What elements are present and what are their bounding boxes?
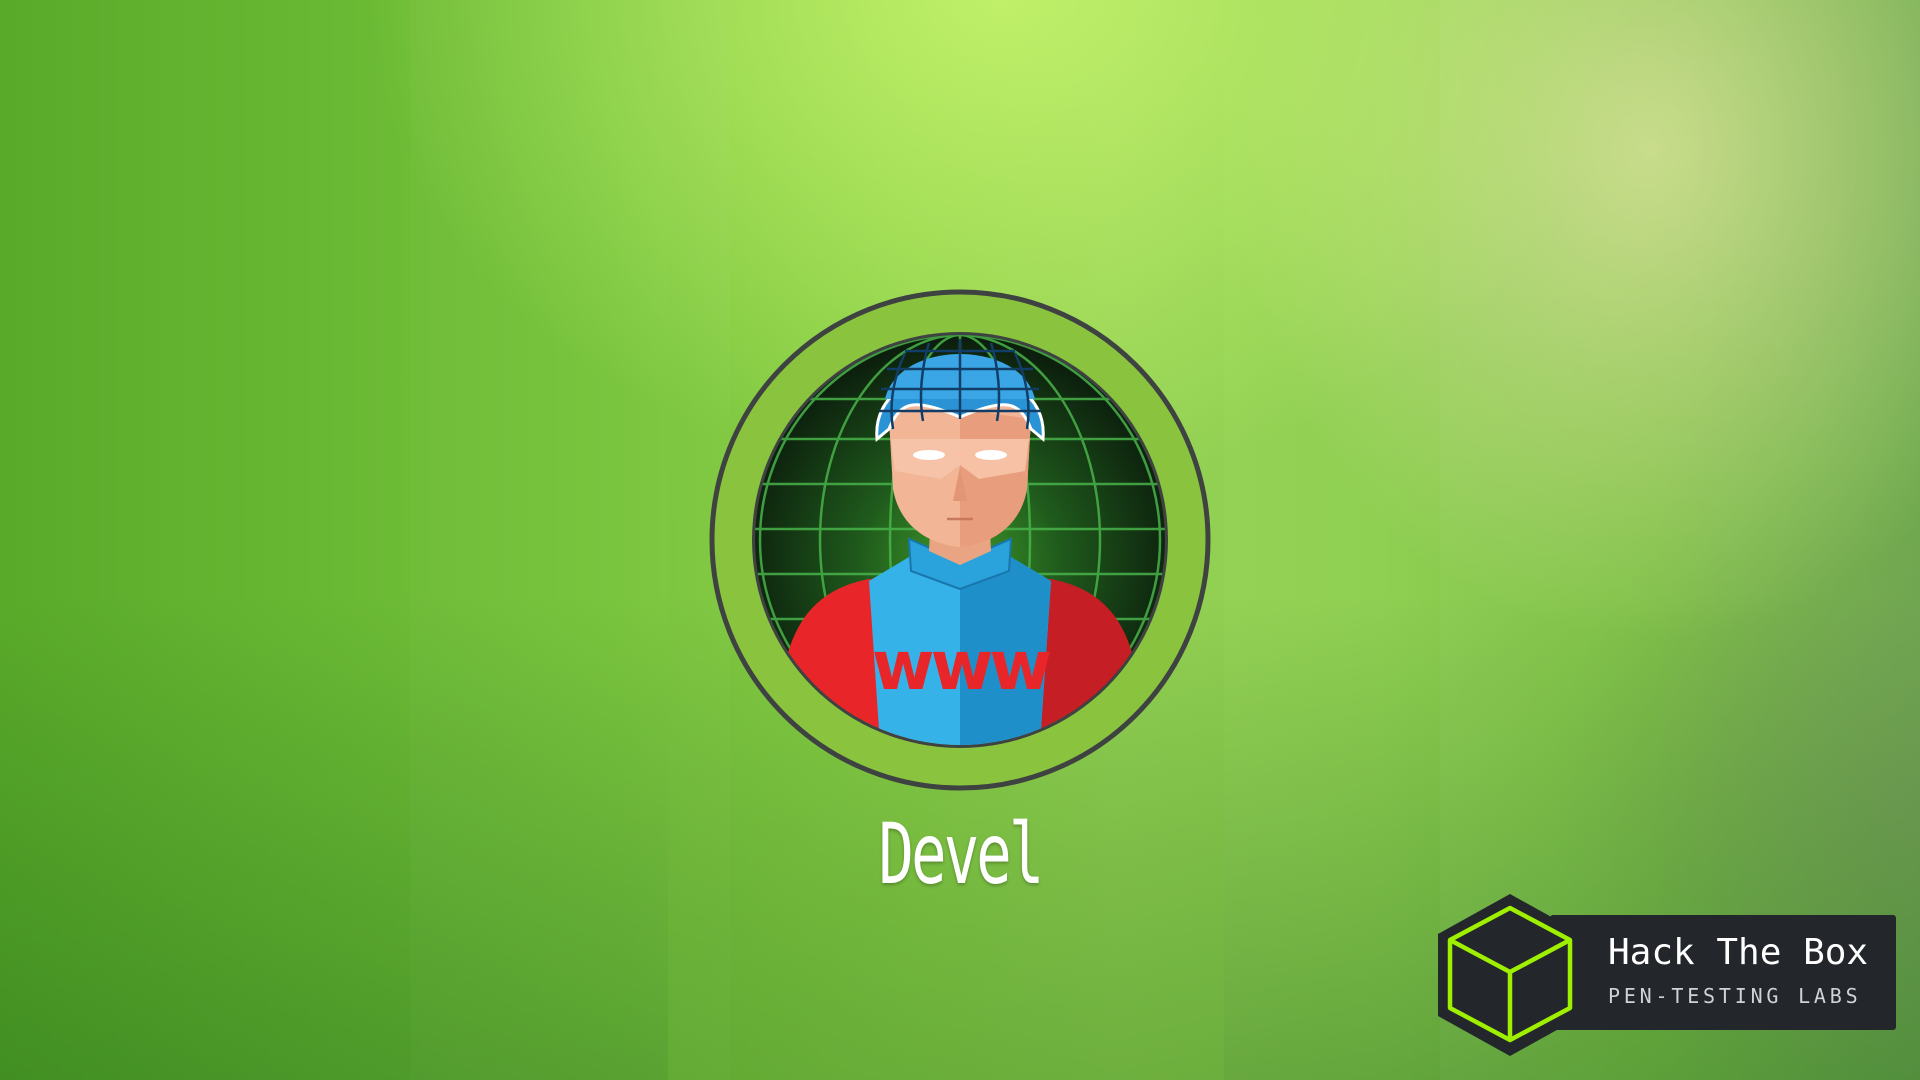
hack-the-box-badge: Hack The Box PEN-TESTING LABS [1430, 890, 1900, 1060]
hack-the-box-cube-icon [1430, 890, 1590, 1058]
machine-name: Devel [878, 805, 1044, 903]
machine-avatar: www [709, 289, 1211, 791]
www-label: www [872, 627, 1051, 706]
brand-title: Hack The Box [1608, 932, 1869, 973]
brand-subtitle: PEN-TESTING LABS [1608, 984, 1862, 1008]
